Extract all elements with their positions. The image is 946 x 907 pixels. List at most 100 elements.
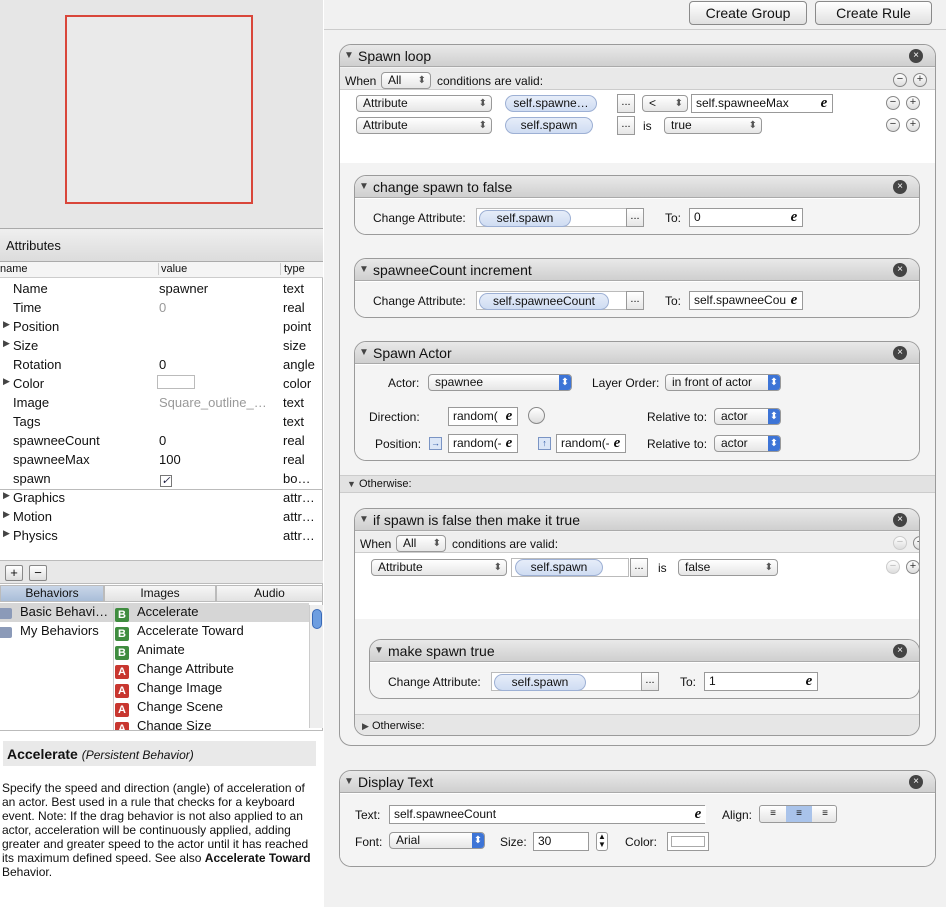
add-condition-button[interactable]: + [906, 560, 919, 574]
attribute-pill[interactable]: self.spawneeCount [479, 293, 609, 310]
column-value[interactable]: value [158, 263, 187, 275]
attribute-group[interactable]: ▶ Graphics attr… [0, 488, 323, 507]
close-icon[interactable]: × [893, 180, 907, 194]
expression-editor-icon[interactable]: e [816, 95, 832, 112]
when-select[interactable]: All [381, 72, 431, 89]
expression-editor-icon[interactable]: e [786, 209, 802, 226]
add-condition-button[interactable]: + [906, 96, 920, 110]
attribute-group[interactable]: ▶ Motion attr… [0, 507, 323, 526]
rule-header[interactable]: Spawn loop [340, 45, 935, 67]
attribute-pill[interactable]: self.spawn [494, 674, 586, 691]
font-select[interactable]: Arial [389, 832, 485, 849]
remove-attribute-button[interactable]: − [29, 565, 47, 581]
relative-to-select[interactable]: actor [714, 408, 781, 425]
browse-button[interactable]: ... [630, 558, 648, 577]
behavior-scrollbar[interactable] [309, 605, 323, 728]
disclosure-triangle-icon[interactable]: ▶ [3, 490, 10, 501]
behavior-header[interactable]: spawneeCount increment [355, 259, 919, 281]
tab-audio[interactable]: Audio [216, 585, 323, 602]
attribute-row[interactable]: ▶ Size size [0, 336, 323, 355]
attribute-row[interactable]: Rotation 0 angle [0, 355, 323, 374]
behavior-header[interactable]: Spawn Actor [355, 342, 919, 364]
color-swatch[interactable] [157, 375, 195, 389]
remove-condition-button[interactable]: − [886, 118, 900, 132]
create-rule-button[interactable]: Create Rule [815, 1, 932, 25]
disclosure-triangle-icon[interactable]: ▶ [3, 376, 10, 387]
text-color-swatch[interactable] [667, 832, 709, 851]
rule-header[interactable]: if spawn is false then make it true [355, 509, 919, 531]
attribute-row[interactable]: Image Square_outline_… text [0, 393, 323, 412]
condition-value-field[interactable]: self.spawneeMax [691, 94, 833, 113]
attribute-pill[interactable]: self.spawn [515, 559, 603, 576]
attribute-pill[interactable]: self.spawne… [505, 95, 597, 112]
attribute-row[interactable]: ▶ Position point [0, 317, 323, 336]
align-left-icon[interactable]: ≡ [760, 806, 786, 822]
behavior-item[interactable]: B Animate [115, 642, 310, 661]
column-name[interactable]: name [0, 263, 28, 275]
behavior-item[interactable]: B Accelerate Toward [115, 623, 310, 642]
expression-editor-icon[interactable]: e [690, 806, 706, 823]
attribute-row[interactable]: spawneeMax 100 real [0, 450, 323, 469]
attribute-group[interactable]: ▶ Physics attr… [0, 526, 323, 545]
attribute-pill[interactable]: self.spawn [479, 210, 571, 227]
spawn-checkbox[interactable]: ✓ [160, 475, 172, 487]
add-condition-button[interactable]: + [913, 73, 927, 87]
folder-basic-behaviors[interactable]: Basic Behavi… [0, 604, 112, 623]
condition-type-select[interactable]: Attribute [356, 117, 492, 134]
close-icon[interactable]: × [893, 513, 907, 527]
close-icon[interactable]: × [909, 775, 923, 789]
direction-dial-icon[interactable] [528, 407, 545, 424]
display-text-field[interactable]: self.spawneeCount [389, 805, 705, 824]
add-condition-button[interactable]: + [906, 118, 920, 132]
close-icon[interactable]: × [893, 644, 907, 658]
browse-button[interactable]: ... [641, 672, 659, 691]
create-group-button[interactable]: Create Group [689, 1, 807, 25]
attribute-row[interactable]: spawneeCount 0 real [0, 431, 323, 450]
behavior-item[interactable]: A Change Size [115, 718, 310, 730]
size-stepper[interactable]: ▲ ▼ [596, 832, 608, 851]
attribute-row[interactable]: Tags text [0, 412, 323, 431]
condition-value-select[interactable]: true [664, 117, 762, 134]
align-right-icon[interactable]: ≡ [812, 806, 838, 822]
remove-condition-button[interactable]: − [886, 560, 900, 574]
otherwise-bar[interactable] [355, 714, 919, 735]
scrollbar-thumb[interactable] [312, 609, 322, 629]
behavior-item[interactable]: A Change Image [115, 680, 310, 699]
actor-image-preview[interactable] [65, 15, 253, 204]
behavior-header[interactable]: change spawn to false [355, 176, 919, 198]
disclosure-triangle-icon[interactable]: ▶ [3, 319, 10, 330]
attribute-row[interactable]: Time 0 real [0, 298, 323, 317]
expression-editor-icon[interactable]: e [501, 435, 517, 452]
remove-condition-button[interactable]: − [886, 96, 900, 110]
close-icon[interactable]: × [909, 49, 923, 63]
expression-editor-icon[interactable]: e [801, 673, 817, 690]
expression-editor-icon[interactable]: e [501, 408, 517, 425]
font-size-field[interactable]: 30 [533, 832, 589, 851]
column-type[interactable]: type [280, 263, 305, 275]
browse-button[interactable]: ... [617, 116, 635, 135]
attribute-pill[interactable]: self.spawn [505, 117, 593, 134]
add-condition-button[interactable]: + [913, 536, 919, 550]
condition-type-select[interactable]: Attribute [371, 559, 507, 576]
condition-value-select[interactable]: false [678, 559, 778, 576]
align-center-icon[interactable]: ≡ [786, 806, 812, 822]
when-select[interactable]: All [396, 535, 446, 552]
disclosure-triangle-icon[interactable]: ▶ [3, 338, 10, 349]
attribute-row[interactable]: Name spawner text [0, 279, 323, 298]
behavior-header[interactable]: make spawn true [370, 640, 919, 662]
folder-my-behaviors[interactable]: My Behaviors [0, 623, 112, 642]
expression-editor-icon[interactable]: e [786, 292, 802, 309]
otherwise-bar[interactable] [340, 475, 935, 493]
disclosure-triangle-icon[interactable]: ▶ [362, 721, 369, 731]
actor-select[interactable]: spawnee [428, 374, 572, 391]
behavior-item[interactable]: B Accelerate [115, 604, 310, 623]
disclosure-triangle-icon[interactable]: ▼ [347, 479, 356, 489]
disclosure-triangle-icon[interactable]: ▶ [3, 509, 10, 520]
attribute-row[interactable]: ▶ Color color [0, 374, 323, 393]
tab-images[interactable]: Images [104, 585, 216, 602]
remove-condition-button[interactable]: − [893, 73, 907, 87]
behavior-header[interactable]: Display Text [340, 771, 935, 793]
relative-to-select[interactable]: actor [714, 435, 781, 452]
tab-behaviors[interactable]: Behaviors [0, 585, 104, 602]
disclosure-triangle-icon[interactable]: ▶ [3, 528, 10, 539]
